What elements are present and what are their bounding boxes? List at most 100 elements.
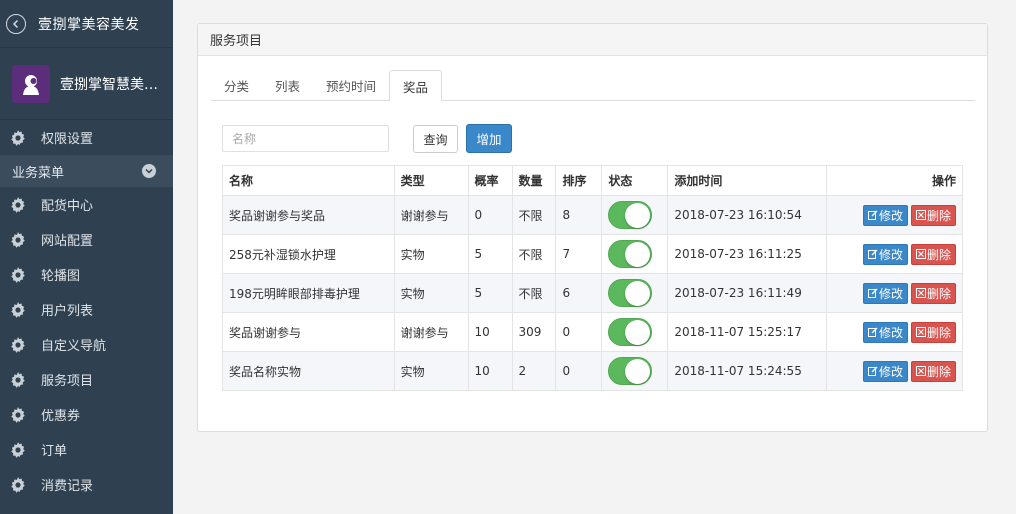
tab-booking-time[interactable]: 预约时间 bbox=[313, 70, 389, 101]
table-header-row: 名称 类型 概率 数量 排序 状态 添加时间 操作 bbox=[222, 165, 963, 196]
cell-rate: 10 bbox=[467, 351, 513, 391]
cell-sort: 7 bbox=[555, 234, 603, 274]
sidebar-item-4[interactable]: 自定义导航 bbox=[0, 327, 173, 362]
cell-time: 2018-07-23 16:11:49 bbox=[667, 273, 828, 313]
sidebar-item-label: 网站配置 bbox=[41, 234, 94, 249]
status-toggle[interactable] bbox=[608, 240, 653, 268]
profile: 壹捌掌智慧美容... bbox=[0, 48, 173, 120]
sidebar-item-5[interactable]: 服务项目 bbox=[0, 362, 173, 397]
status-toggle[interactable] bbox=[608, 357, 653, 385]
cell-name: 奖品谢谢参与 bbox=[222, 312, 395, 352]
edit-button[interactable]: 修改 bbox=[862, 243, 908, 265]
sidebar-item-8[interactable]: 消费记录 bbox=[0, 467, 173, 502]
toggle-knob bbox=[625, 203, 651, 228]
gear-icon bbox=[9, 371, 27, 389]
cell-qty: 309 bbox=[511, 312, 557, 352]
delete-icon bbox=[915, 210, 927, 220]
cell-name: 198元明眸眼部排毒护理 bbox=[222, 273, 395, 313]
cell-sort: 8 bbox=[555, 195, 603, 235]
delete-button[interactable]: 删除 bbox=[910, 204, 956, 226]
edit-button[interactable]: 修改 bbox=[862, 282, 908, 304]
delete-label: 删除 bbox=[926, 208, 951, 223]
profile-name: 壹捌掌智慧美容... bbox=[60, 76, 168, 93]
sidebar-item-permissions[interactable]: 权限设置 bbox=[0, 120, 173, 155]
col-header-time: 添加时间 bbox=[667, 165, 828, 196]
col-header-ops: 操作 bbox=[826, 165, 963, 196]
sidebar-item-6[interactable]: 优惠券 bbox=[0, 397, 173, 432]
edit-label: 修改 bbox=[878, 364, 903, 379]
delete-button[interactable]: 删除 bbox=[910, 321, 956, 343]
sidebar-header: 壹捌掌美容美发 bbox=[0, 0, 173, 48]
avatar-icon bbox=[23, 74, 39, 95]
sidebar-item-3[interactable]: 用户列表 bbox=[0, 292, 173, 327]
gear-icon bbox=[9, 129, 27, 147]
cell-rate: 5 bbox=[467, 273, 513, 313]
col-header-name: 名称 bbox=[222, 165, 395, 196]
tab-bar: 分类 列表 预约时间 奖品 bbox=[211, 70, 975, 102]
sidebar-item-label: 用户列表 bbox=[41, 304, 94, 319]
table-row: 198元明眸眼部排毒护理 实物 5 不限 6 2018-07-23 16:11:49 修改 删… bbox=[222, 273, 963, 313]
col-header-qty: 数量 bbox=[511, 165, 557, 196]
cell-ops: 修改 删除 bbox=[826, 273, 963, 313]
avatar bbox=[12, 64, 50, 103]
edit-label: 修改 bbox=[878, 208, 903, 223]
delete-label: 删除 bbox=[926, 247, 951, 262]
table-row: 奖品名称实物 实物 10 2 0 2018-11-07 15:24:55 修改 删除 bbox=[222, 351, 963, 391]
table-row: 258元补湿锁水护理 实物 5 不限 7 2018-07-23 16:11:25 修改 删除 bbox=[222, 234, 963, 274]
sidebar-item-7[interactable]: 订单 bbox=[0, 432, 173, 467]
cell-qty: 不限 bbox=[511, 195, 557, 235]
tab-list[interactable]: 列表 bbox=[262, 70, 313, 101]
delete-icon bbox=[915, 288, 927, 298]
name-search-input[interactable] bbox=[222, 125, 389, 152]
back-icon[interactable] bbox=[6, 13, 26, 34]
sidebar-item-0[interactable]: 配货中心 bbox=[0, 187, 173, 222]
delete-button[interactable]: 删除 bbox=[910, 360, 956, 382]
edit-label: 修改 bbox=[878, 286, 903, 301]
delete-icon bbox=[915, 366, 927, 376]
delete-button[interactable]: 删除 bbox=[910, 243, 956, 265]
edit-icon bbox=[867, 210, 879, 220]
tab-category[interactable]: 分类 bbox=[211, 70, 262, 101]
cell-status bbox=[601, 273, 669, 313]
sidebar-item-label: 服务项目 bbox=[41, 374, 94, 389]
cell-status bbox=[601, 234, 669, 274]
section-business-menu[interactable]: 业务菜单 bbox=[0, 155, 173, 187]
status-toggle[interactable] bbox=[608, 279, 653, 307]
toggle-knob bbox=[625, 359, 651, 384]
edit-label: 修改 bbox=[878, 325, 903, 340]
cell-name: 奖品谢谢参与奖品 bbox=[222, 195, 395, 235]
cell-ops: 修改 删除 bbox=[826, 351, 963, 391]
edit-button[interactable]: 修改 bbox=[862, 360, 908, 382]
chevron-down-icon[interactable] bbox=[142, 164, 156, 178]
query-button[interactable]: 查询 bbox=[413, 125, 458, 153]
cell-type: 谢谢参与 bbox=[393, 195, 469, 235]
gear-icon bbox=[9, 301, 27, 319]
sidebar-item-1[interactable]: 网站配置 bbox=[0, 222, 173, 257]
status-toggle[interactable] bbox=[608, 318, 653, 346]
app-title: 壹捌掌美容美发 bbox=[38, 16, 140, 33]
edit-button[interactable]: 修改 bbox=[862, 204, 908, 226]
status-toggle[interactable] bbox=[608, 201, 653, 229]
gear-icon bbox=[9, 266, 27, 284]
sidebar-item-2[interactable]: 轮播图 bbox=[0, 257, 173, 292]
edit-button[interactable]: 修改 bbox=[862, 321, 908, 343]
delete-icon bbox=[915, 249, 927, 259]
table-row: 奖品谢谢参与奖品 谢谢参与 0 不限 8 2018-07-23 16:10:54 修改 删除 bbox=[222, 195, 963, 235]
gear-icon bbox=[9, 231, 27, 249]
cell-time: 2018-11-07 15:24:55 bbox=[667, 351, 828, 391]
cell-rate: 5 bbox=[467, 234, 513, 274]
add-button[interactable]: 增加 bbox=[466, 124, 512, 153]
cell-type: 实物 bbox=[393, 351, 469, 391]
edit-icon bbox=[867, 327, 879, 337]
gear-icon bbox=[9, 441, 27, 459]
cell-type: 实物 bbox=[393, 273, 469, 313]
panel-title: 服务项目 bbox=[198, 24, 987, 56]
delete-button[interactable]: 删除 bbox=[910, 282, 956, 304]
cell-time: 2018-11-07 15:25:17 bbox=[667, 312, 828, 352]
tab-prizes[interactable]: 奖品 bbox=[389, 70, 443, 102]
sidebar-item-label: 自定义导航 bbox=[41, 339, 107, 354]
prize-table: 名称 类型 概率 数量 排序 状态 添加时间 操作 奖品谢谢参与奖品 谢谢参与 0 不… bbox=[222, 165, 963, 391]
col-header-rate: 概率 bbox=[467, 165, 513, 196]
toggle-knob bbox=[625, 320, 651, 345]
cell-ops: 修改 删除 bbox=[826, 234, 963, 274]
